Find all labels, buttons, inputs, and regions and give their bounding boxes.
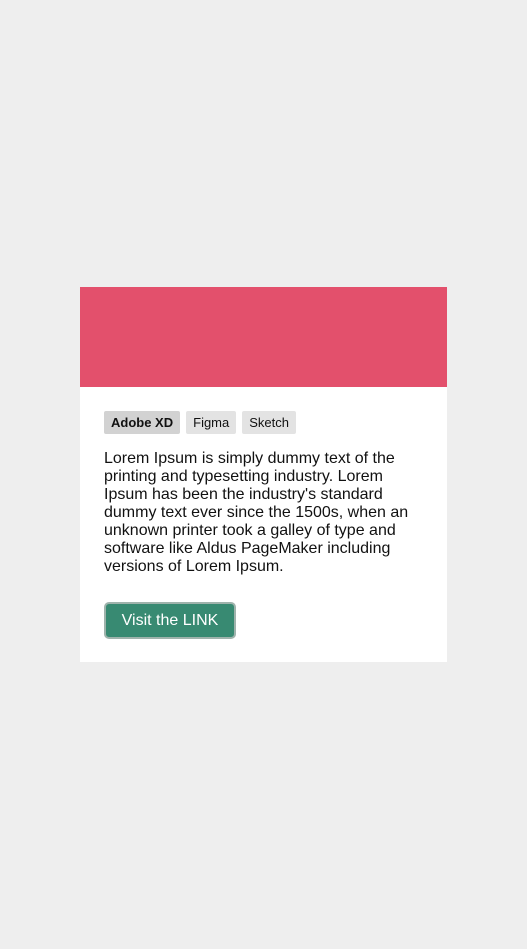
card-body: Adobe XD Figma Sketch Lorem Ipsum is sim… <box>80 387 447 639</box>
tag-sketch[interactable]: Sketch <box>242 411 296 434</box>
card: Adobe XD Figma Sketch Lorem Ipsum is sim… <box>80 287 447 662</box>
visit-link-button[interactable]: Visit the LINK <box>104 602 236 639</box>
tag-list: Adobe XD Figma Sketch <box>104 411 423 434</box>
tag-figma[interactable]: Figma <box>186 411 237 434</box>
card-description: Lorem Ipsum is simply dummy text of the … <box>104 450 409 575</box>
card-banner <box>80 287 447 387</box>
tag-adobe-xd[interactable]: Adobe XD <box>104 411 181 434</box>
